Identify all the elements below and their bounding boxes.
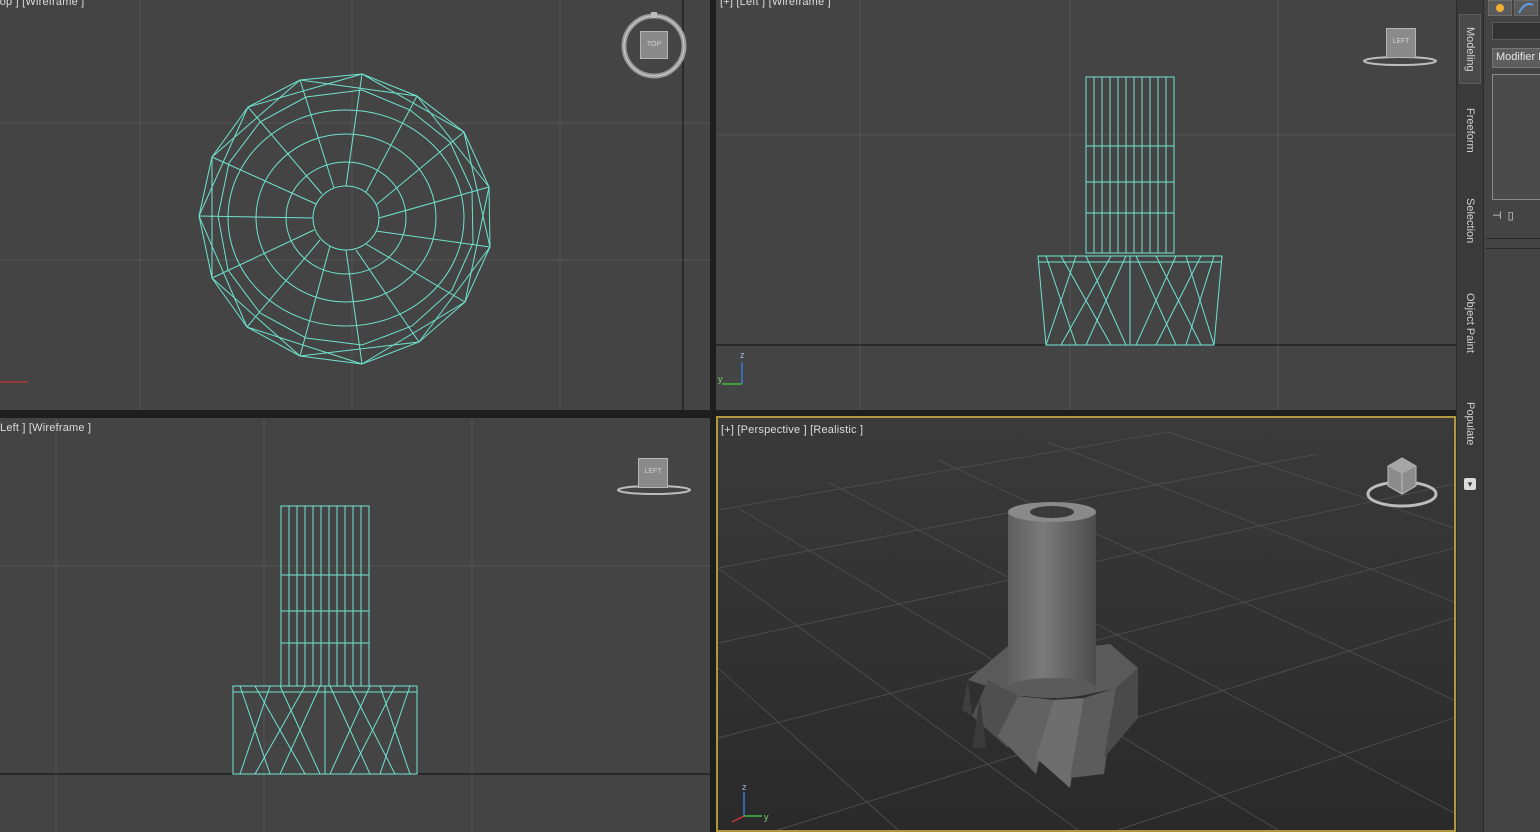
viewcube-3d-icon bbox=[1366, 457, 1438, 508]
tab-selection[interactable]: Selection bbox=[1459, 186, 1481, 256]
modifier-stack-list[interactable] bbox=[1492, 74, 1540, 200]
show-end-result-icon[interactable]: ▯ bbox=[1508, 209, 1514, 225]
left-upper-viewcube[interactable]: LEFT bbox=[1362, 26, 1438, 68]
perspective-viewport-label[interactable]: [+] [Perspective ] [Realistic ] bbox=[721, 424, 863, 436]
perspective-viewport-canvas[interactable]: z y bbox=[718, 418, 1454, 830]
gear-shaft-render bbox=[1008, 502, 1096, 698]
left-viewport-lower-label[interactable]: Left ] [Wireframe ] bbox=[0, 422, 91, 434]
panel-separator bbox=[1486, 248, 1540, 249]
tab-freeform[interactable]: Freeform bbox=[1459, 96, 1481, 164]
perspective-viewport[interactable]: z y [+] [Perspective ] [Realistic ] bbox=[716, 416, 1456, 832]
pin-stack-icon[interactable]: ⊣ bbox=[1492, 209, 1502, 225]
top-viewport-canvas[interactable] bbox=[0, 0, 710, 410]
viewcube-face[interactable]: LEFT bbox=[638, 458, 668, 488]
axis-y-label-perspective: y bbox=[764, 812, 769, 822]
arc-icon bbox=[1518, 3, 1534, 14]
modify-tab-icon[interactable] bbox=[1514, 0, 1538, 16]
left-viewport-upper[interactable]: z y [+] [Left ] [Wireframe ] LEFT bbox=[716, 0, 1456, 410]
gear-top-wireframe bbox=[198, 73, 491, 365]
ribbon-vertical-tabs: Modeling Freeform Selection Object Paint… bbox=[1456, 0, 1484, 832]
left-viewport-upper-canvas[interactable]: z y bbox=[716, 0, 1456, 410]
axis-tripod-upper bbox=[722, 362, 743, 385]
axis-y-label: y bbox=[718, 374, 723, 384]
modifier-list-dropdown[interactable]: Modifier List bbox=[1492, 48, 1540, 68]
sun-icon bbox=[1496, 4, 1504, 12]
gear-side-wireframe bbox=[1037, 76, 1223, 346]
top-viewport[interactable]: Top ] [Wireframe ] TOP bbox=[0, 0, 710, 410]
perspective-viewcube[interactable] bbox=[1366, 452, 1438, 510]
tab-object-paint[interactable]: Object Paint bbox=[1459, 278, 1481, 368]
command-panel-tabs bbox=[1488, 0, 1538, 16]
create-tab-icon[interactable] bbox=[1488, 0, 1512, 16]
axis-z-label-perspective: z bbox=[742, 782, 747, 792]
modifier-stack-toolbar: ⊣ ▯ bbox=[1492, 206, 1540, 228]
tab-modeling[interactable]: Modeling bbox=[1459, 14, 1481, 84]
tab-populate[interactable]: Populate bbox=[1459, 390, 1481, 458]
top-viewport-label[interactable]: Top ] [Wireframe ] bbox=[0, 0, 84, 8]
object-name-field[interactable] bbox=[1492, 22, 1540, 40]
top-viewcube[interactable]: TOP bbox=[620, 12, 688, 80]
left-lower-viewcube[interactable]: LEFT bbox=[616, 456, 692, 498]
viewcube-face[interactable]: LEFT bbox=[1386, 28, 1416, 58]
ribbon-toggle-icon[interactable]: ▾ bbox=[1464, 478, 1476, 490]
left-viewport-lower-canvas[interactable] bbox=[0, 418, 710, 832]
gear-side-wireframe-lower bbox=[232, 505, 418, 775]
panel-separator bbox=[1486, 238, 1540, 239]
left-viewport-lower[interactable]: Left ] [Wireframe ] LEFT bbox=[0, 418, 710, 832]
left-viewport-upper-label[interactable]: [+] [Left ] [Wireframe ] bbox=[720, 0, 831, 8]
axis-z-label: z bbox=[740, 350, 745, 360]
viewcube-face[interactable]: TOP bbox=[640, 31, 668, 59]
command-panel: Modifier List ⊣ ▯ bbox=[1484, 0, 1540, 832]
